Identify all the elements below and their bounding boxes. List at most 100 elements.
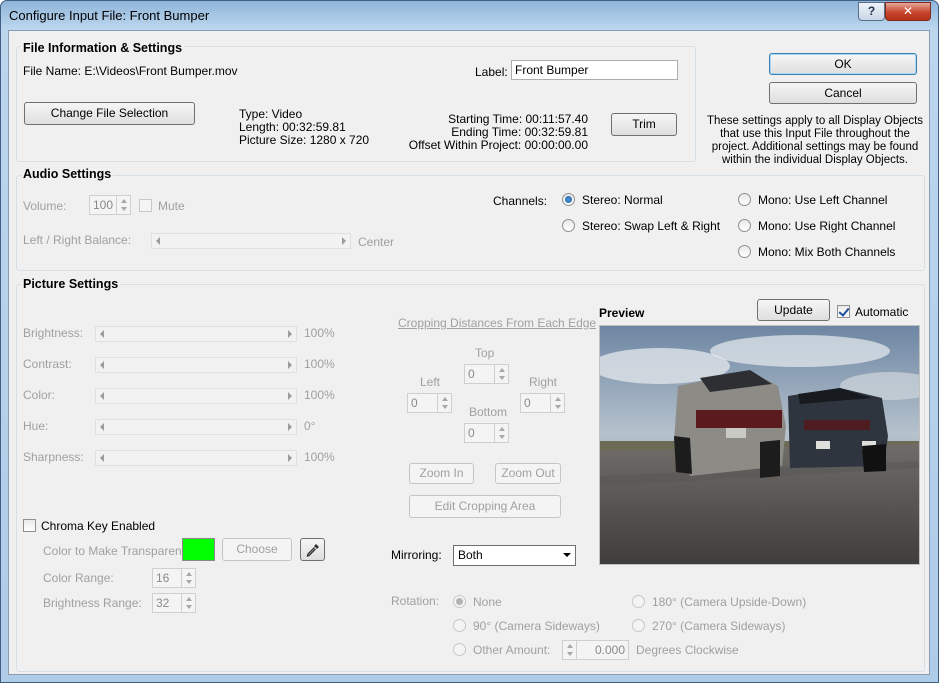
ending-time-text: Ending Time: 00:32:59.81 [451, 125, 588, 139]
change-file-selection-button[interactable]: Change File Selection [24, 102, 195, 125]
hue-label: Hue: [23, 419, 49, 433]
spinner-arrows-icon[interactable] [494, 365, 508, 383]
sharpness-label: Sharpness: [23, 450, 84, 464]
color-transparent-label: Color to Make Transparent: [43, 544, 189, 558]
contrast-value: 100% [304, 357, 335, 371]
chroma-color-swatch[interactable] [182, 538, 215, 561]
mirroring-select[interactable]: Both [453, 545, 576, 566]
slider-right-arrow-icon [288, 330, 292, 338]
picture-size-text: Picture Size: 1280 x 720 [239, 133, 370, 147]
radio-mono-right[interactable] [738, 219, 751, 232]
help-button[interactable]: ? [858, 2, 885, 21]
crop-bottom-value: 0 [468, 426, 475, 440]
mirroring-label: Mirroring: [391, 548, 442, 562]
automatic-checkbox[interactable] [837, 305, 850, 318]
radio-stereo-swap[interactable] [562, 219, 575, 232]
volume-spinner[interactable]: 100 [89, 195, 131, 215]
mirroring-value: Both [458, 548, 483, 562]
color-value: 100% [304, 388, 335, 402]
radio-mono-mix[interactable] [738, 245, 751, 258]
color-range-spinner[interactable]: 16 [152, 568, 196, 588]
note-line: that use this Input File throughout the [720, 128, 910, 140]
chroma-key-checkbox[interactable] [23, 519, 36, 532]
brightness-range-spinner[interactable]: 32 [152, 593, 196, 613]
mono-right-label: Mono: Use Right Channel [758, 219, 896, 233]
label-input[interactable]: Front Bumper [511, 60, 678, 80]
radio-rotation-other[interactable] [453, 643, 466, 656]
slider-right-arrow-icon [288, 423, 292, 431]
crop-left-spinner[interactable]: 0 [407, 393, 452, 413]
volume-label: Volume: [23, 199, 67, 213]
crop-left-label: Left [420, 375, 441, 389]
contrast-slider[interactable] [95, 357, 297, 373]
close-button[interactable]: ✕ [885, 2, 931, 21]
stereo-swap-label: Stereo: Swap Left & Right [582, 219, 721, 233]
rotation-amount-spinner[interactable]: 0.000 [562, 640, 629, 660]
balance-label: Left / Right Balance: [23, 233, 132, 247]
radio-rotation-none[interactable] [453, 595, 466, 608]
rotation-none-label: None [473, 595, 502, 609]
slider-left-arrow-icon [100, 454, 104, 462]
chroma-key-label: Chroma Key Enabled [41, 519, 156, 533]
spinner-arrows-icon[interactable] [437, 394, 451, 412]
crop-top-value: 0 [468, 367, 475, 381]
length-text: Length: 00:32:59.81 [239, 120, 346, 134]
spinner-arrows-icon[interactable] [116, 196, 130, 214]
color-slider[interactable] [95, 388, 297, 404]
rotation-180-label: 180° (Camera Upside-Down) [652, 595, 807, 609]
crop-top-spinner[interactable]: 0 [464, 364, 509, 384]
mute-checkbox[interactable] [139, 199, 152, 212]
trim-button[interactable]: Trim [611, 113, 677, 136]
crop-right-value: 0 [524, 396, 531, 410]
edit-cropping-area-button[interactable]: Edit Cropping Area [409, 495, 561, 518]
slider-right-arrow-icon [342, 237, 346, 245]
note-line: project. Additional settings may be foun… [711, 141, 919, 153]
brightness-range-value: 32 [156, 596, 170, 610]
mono-left-label: Mono: Use Left Channel [758, 193, 888, 207]
radio-rotation-270[interactable] [632, 619, 645, 632]
choose-color-button[interactable]: Choose [222, 538, 292, 561]
slider-left-arrow-icon [100, 423, 104, 431]
ok-button[interactable]: OK [769, 53, 917, 75]
automatic-label: Automatic [855, 305, 909, 319]
cancel-button[interactable]: Cancel [769, 82, 917, 104]
balance-slider[interactable] [151, 233, 351, 249]
volume-value: 100 [93, 198, 114, 212]
chevron-down-icon [563, 553, 571, 557]
zoom-in-button[interactable]: Zoom In [409, 463, 474, 484]
audio-group-title: Audio Settings [21, 167, 114, 181]
hue-slider[interactable] [95, 419, 297, 435]
radio-stereo-normal[interactable] [562, 193, 575, 206]
radio-rotation-90[interactable] [453, 619, 466, 632]
spinner-arrows-icon[interactable] [494, 424, 508, 442]
radio-mono-left[interactable] [738, 193, 751, 206]
car-dark [788, 388, 888, 472]
window-title: Configure Input File: Front Bumper [9, 8, 210, 23]
preview-title: Preview [599, 306, 645, 320]
update-preview-button[interactable]: Update [757, 299, 830, 321]
radio-rotation-180[interactable] [632, 595, 645, 608]
settings-note: These settings apply to all Display Obje… [705, 115, 925, 167]
zoom-out-button[interactable]: Zoom Out [495, 463, 561, 484]
spinner-arrows-icon[interactable] [550, 394, 564, 412]
spinner-arrows-icon[interactable] [181, 569, 195, 587]
preview-picture [600, 326, 919, 564]
offset-text: Offset Within Project: 00:00:00.00 [408, 138, 588, 152]
crop-left-value: 0 [411, 396, 418, 410]
sharpness-value: 100% [304, 450, 335, 464]
slider-left-arrow-icon [100, 361, 104, 369]
sharpness-slider[interactable] [95, 450, 297, 466]
title-bar[interactable]: Configure Input File: Front Bumper ? ✕ [1, 1, 938, 29]
crop-right-spinner[interactable]: 0 [520, 393, 565, 413]
spinner-arrows-icon[interactable] [563, 641, 577, 659]
crop-bottom-spinner[interactable]: 0 [464, 423, 509, 443]
rotation-other-label: Other Amount: [473, 643, 551, 657]
car-white [674, 370, 786, 478]
starting-time-text: Starting Time: 00:11:57.40 [448, 112, 588, 126]
channels-label: Channels: [493, 194, 548, 208]
brightness-slider[interactable] [95, 326, 297, 342]
eyedropper-button[interactable] [300, 538, 325, 561]
spinner-arrows-icon[interactable] [181, 594, 195, 612]
rotation-90-label: 90° (Camera Sideways) [473, 619, 600, 633]
color-range-value: 16 [156, 571, 170, 585]
